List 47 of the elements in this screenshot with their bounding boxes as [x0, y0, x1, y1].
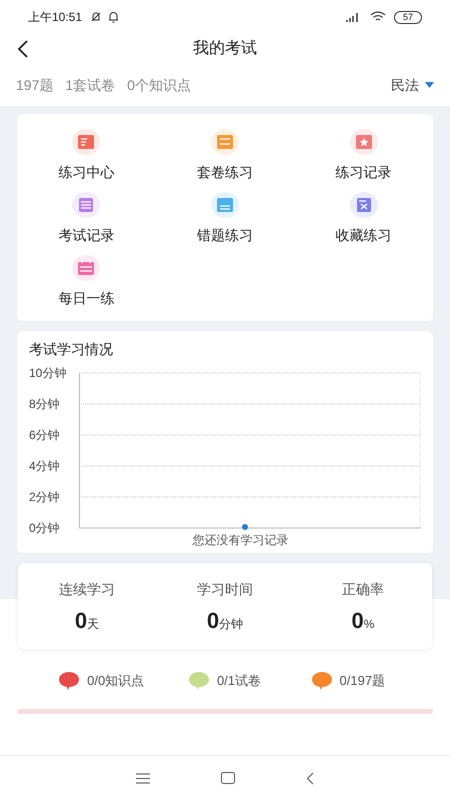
menu-item[interactable]: 练习记录: [294, 128, 433, 183]
menu-nav-button[interactable]: [136, 772, 150, 784]
menu-icon: [136, 772, 150, 784]
menu-item[interactable]: 考试记录: [17, 191, 156, 246]
home-nav-button[interactable]: [220, 772, 235, 784]
stat-label: 学习时间: [197, 580, 253, 599]
y-axis-label: 4分钟: [29, 460, 60, 472]
menu-item[interactable]: 练习中心: [17, 128, 156, 183]
bell-off-icon: [90, 11, 102, 23]
stat-value: 0: [206, 610, 220, 632]
summary-count: 1套试卷: [65, 76, 116, 94]
status-time: 上午10:51: [28, 9, 82, 26]
summary-count: 197题: [16, 76, 54, 94]
chart-title: 考试学习情况: [29, 340, 114, 359]
legend-label: 0/197题: [340, 672, 386, 690]
back-icon: [306, 772, 314, 784]
empty-message: 您还没有学习记录: [192, 532, 288, 549]
stat-value: 0: [352, 610, 364, 632]
legend-label: 0/0知识点: [87, 672, 144, 690]
y-axis-label: 6分钟: [29, 429, 60, 441]
subject-dropdown[interactable]: 民法: [391, 74, 434, 96]
data-point: [242, 524, 248, 530]
y-axis-label: 8分钟: [29, 398, 60, 410]
menu-item[interactable]: 错题练习: [156, 191, 294, 246]
battery-indicator: 57: [394, 10, 422, 24]
y-axis-label: 0分钟: [29, 522, 60, 534]
menu-item[interactable]: 收藏练习: [294, 191, 433, 246]
caret-icon: [425, 82, 434, 88]
y-axis-label: 10分钟: [29, 367, 66, 379]
summary-count: 0个知识点: [127, 76, 191, 94]
back-icon: [16, 40, 30, 58]
stat-label: 正确率: [342, 580, 384, 599]
stat-unit: 分钟: [219, 616, 244, 633]
y-axis-label: 2分钟: [29, 491, 60, 503]
back-nav-button[interactable]: [306, 772, 314, 784]
menu-item[interactable]: 每日一练: [17, 254, 156, 309]
home-icon: [220, 772, 235, 784]
wifi-icon: [370, 11, 386, 23]
menu-item[interactable]: 套卷练习: [156, 128, 294, 183]
bell-icon: [108, 11, 120, 23]
stat-unit: %: [364, 616, 374, 633]
legend-label: 0/1试卷: [216, 672, 262, 690]
stat-value: 0: [74, 610, 88, 632]
stat-label: 连续学习: [59, 580, 115, 599]
back-button[interactable]: [16, 40, 30, 58]
page-title: 我的考试: [193, 38, 257, 59]
stat-unit: 天: [87, 616, 100, 633]
